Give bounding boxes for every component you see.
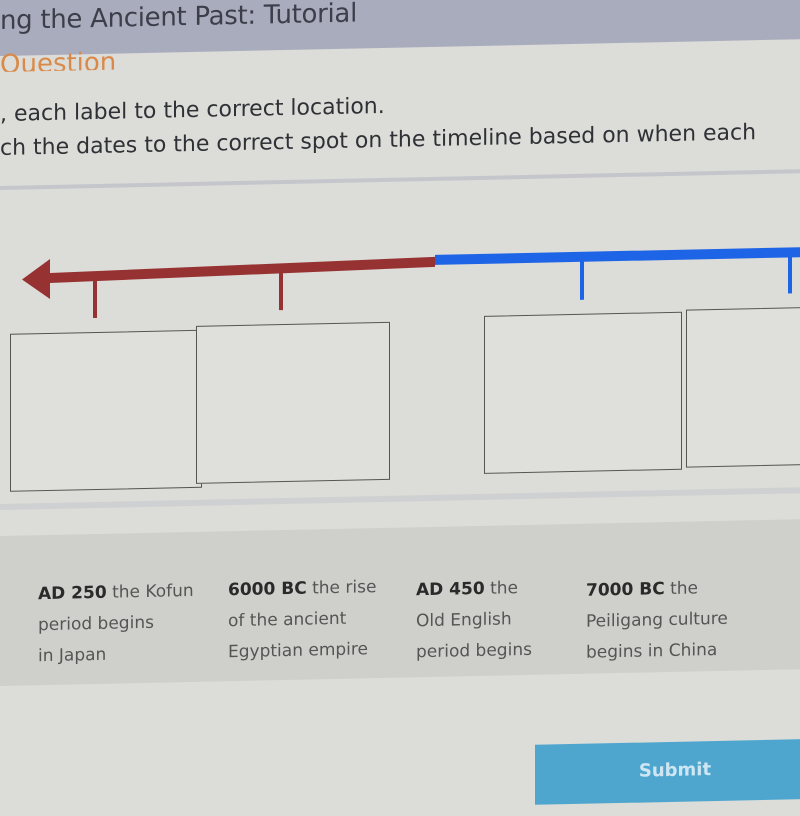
drop-target-4[interactable]	[686, 306, 800, 468]
label-date: 7000 BC	[586, 579, 665, 601]
draggable-label[interactable]: 6000 BC the rise of the ancient Egyptian…	[228, 572, 376, 668]
label-date: 6000 BC	[228, 578, 307, 601]
submit-button[interactable]: Submit	[535, 738, 800, 805]
label-text: the rise	[306, 577, 377, 599]
section-label: Question	[0, 47, 117, 72]
label-text: period begins	[38, 612, 154, 636]
prompt-text: ch the dates to the correct spot on the …	[0, 120, 757, 161]
label-date: AD 250	[38, 582, 107, 605]
timeline-tick	[580, 259, 584, 300]
question-content: Question , each label to the correct loc…	[0, 39, 800, 805]
label-text: the Kofun	[106, 580, 194, 603]
draggable-label[interactable]: 7000 BC the Peiligang culture begins in …	[586, 573, 728, 669]
arrow-left-icon	[22, 256, 435, 299]
label-text: of the ancient	[228, 608, 347, 632]
label-text: period begins	[416, 639, 532, 663]
drop-target-1[interactable]	[10, 329, 202, 492]
label-text: begins in China	[586, 639, 718, 663]
drop-target-2[interactable]	[196, 321, 390, 484]
drop-target-3[interactable]	[484, 311, 682, 474]
draggable-label[interactable]: AD 250 the Kofun period begins in Japan	[38, 576, 194, 672]
timeline-tick	[279, 270, 283, 311]
label-text: the	[484, 578, 518, 599]
timeline-tick	[788, 253, 792, 294]
timeline-tick	[93, 277, 97, 319]
instruction-text: , each label to the correct location.	[0, 93, 385, 127]
label-text: in Japan	[38, 644, 107, 667]
label-text: Egyptian empire	[228, 639, 368, 663]
divider	[0, 487, 800, 510]
label-text: the	[664, 578, 698, 600]
page-title: ng the Ancient Past: Tutorial	[0, 0, 357, 37]
label-text: Peiligang culture	[586, 608, 728, 632]
divider	[0, 169, 800, 190]
draggable-label[interactable]: AD 450 the Old English period begins	[416, 573, 532, 668]
timeline-ad-segment	[435, 247, 800, 265]
label-date: AD 450	[416, 578, 485, 601]
label-text: Old English	[416, 609, 512, 632]
